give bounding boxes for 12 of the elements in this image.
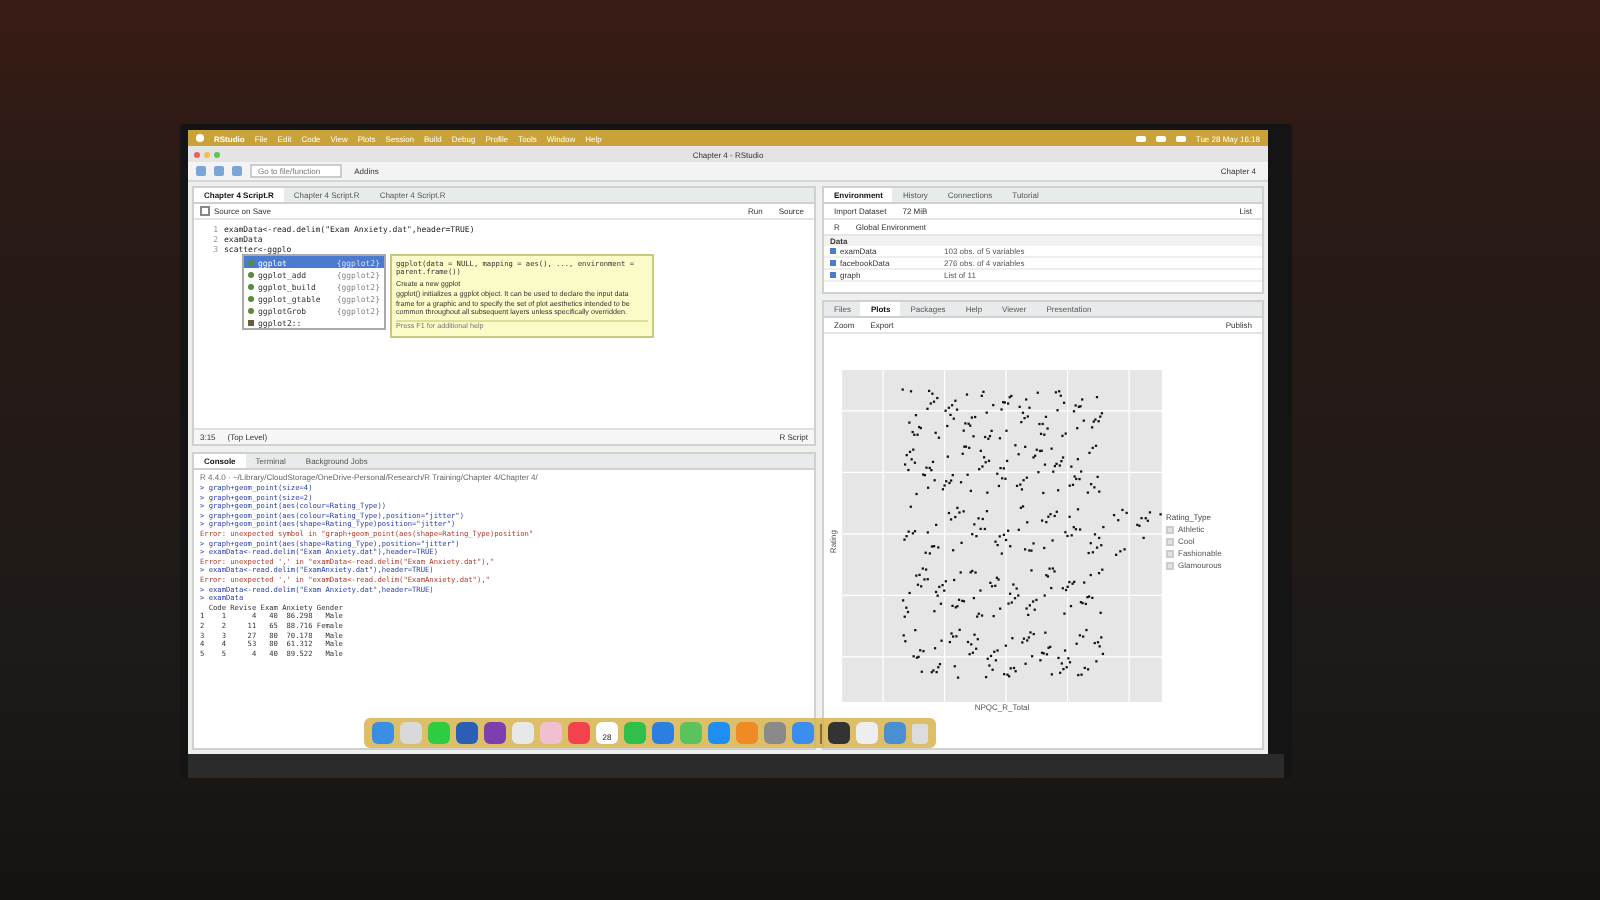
trash-icon[interactable] — [912, 723, 928, 743]
app-icon[interactable] — [484, 722, 506, 744]
legend-key-icon — [1166, 549, 1174, 557]
package-icon — [248, 319, 254, 325]
legend-key-icon — [1166, 537, 1174, 545]
app-icon[interactable] — [456, 722, 478, 744]
legend-key-icon — [1166, 525, 1174, 533]
window-controls-icon[interactable] — [194, 151, 220, 157]
apple-icon — [196, 134, 204, 142]
legend-key-icon — [1166, 561, 1174, 569]
app-icon[interactable] — [828, 722, 850, 744]
checkbox[interactable] — [200, 206, 210, 216]
